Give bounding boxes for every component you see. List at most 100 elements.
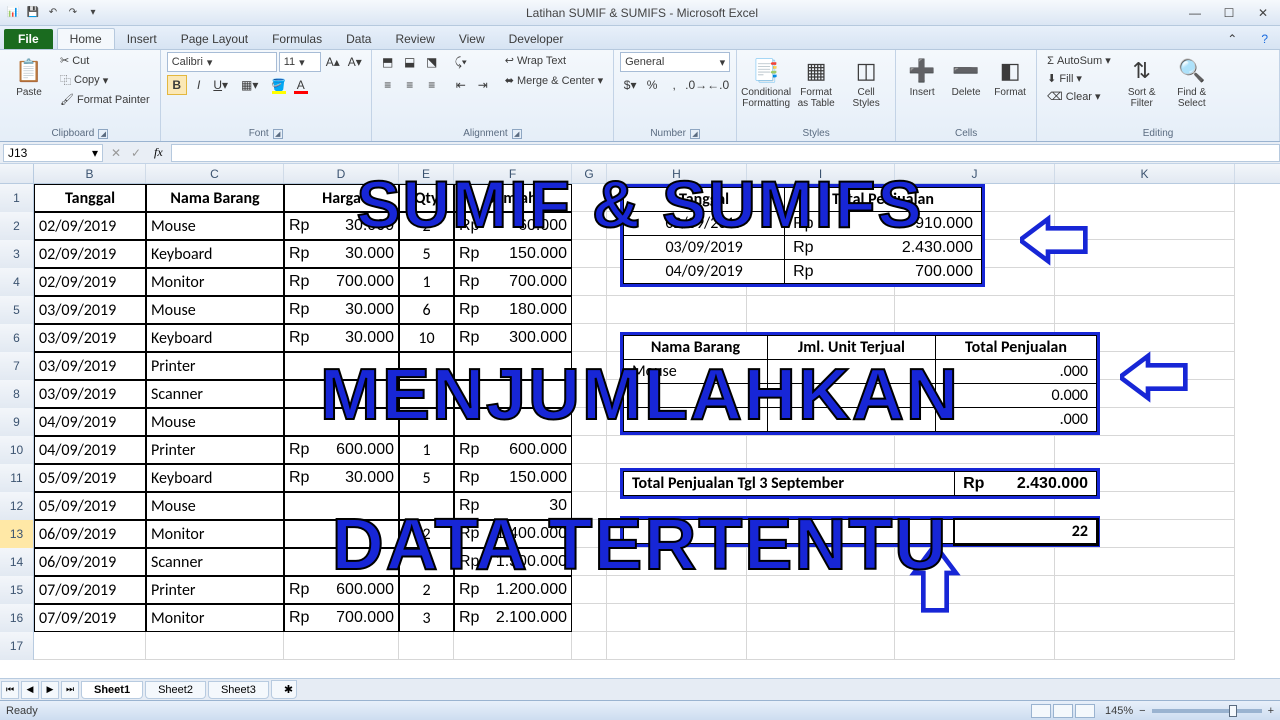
- format-button[interactable]: ◧Format: [990, 52, 1030, 101]
- sheet-next-icon[interactable]: ▶: [41, 681, 59, 699]
- worksheet-grid[interactable]: B C D E F G H I J K 1TanggalNama BarangH…: [0, 164, 1280, 694]
- cell[interactable]: Rp600.000: [284, 436, 399, 464]
- cell[interactable]: Rp600.000: [454, 436, 572, 464]
- tab-home[interactable]: Home: [57, 28, 115, 49]
- cell[interactable]: [34, 632, 146, 660]
- cell[interactable]: Mouse: [146, 408, 284, 436]
- tab-data[interactable]: Data: [334, 29, 383, 49]
- cell[interactable]: Rp30.000: [284, 240, 399, 268]
- cell[interactable]: [747, 548, 895, 576]
- cell[interactable]: [895, 296, 1055, 324]
- cell[interactable]: [1055, 604, 1235, 632]
- dialog-launcher-icon[interactable]: ◢: [512, 129, 522, 139]
- row-header[interactable]: 7: [0, 352, 34, 380]
- cell[interactable]: Rp30.000: [284, 324, 399, 352]
- cell[interactable]: [747, 576, 895, 604]
- enter-icon[interactable]: ✓: [126, 143, 146, 163]
- format-painter-button[interactable]: 🖌Format Painter: [56, 91, 154, 108]
- cell[interactable]: [1055, 268, 1235, 296]
- align-left-icon[interactable]: ≡: [378, 75, 398, 95]
- cell[interactable]: [572, 212, 607, 240]
- cell[interactable]: Rp300.000: [454, 324, 572, 352]
- normal-view-icon[interactable]: [1031, 704, 1051, 718]
- cell[interactable]: Rp30.000: [284, 296, 399, 324]
- cell[interactable]: Rp180.000: [454, 296, 572, 324]
- cell[interactable]: 04/09/2019: [34, 436, 146, 464]
- cell[interactable]: 03/09/2019: [34, 324, 146, 352]
- cell[interactable]: [572, 548, 607, 576]
- tab-insert[interactable]: Insert: [115, 29, 169, 49]
- fx-icon[interactable]: fx: [146, 145, 171, 160]
- italic-button[interactable]: I: [189, 75, 209, 95]
- cell[interactable]: Jumlah: [454, 184, 572, 212]
- cell[interactable]: [747, 604, 895, 632]
- cell[interactable]: 04/09/2019: [34, 408, 146, 436]
- clear-button[interactable]: ⌫Clear▾: [1043, 88, 1115, 105]
- cell[interactable]: Rp30.000: [284, 212, 399, 240]
- tab-view[interactable]: View: [447, 29, 497, 49]
- col-K[interactable]: K: [1055, 164, 1235, 183]
- row-header[interactable]: 14: [0, 548, 34, 576]
- conditional-formatting-button[interactable]: 📑Conditional Formatting: [743, 52, 789, 112]
- cell[interactable]: Monitor: [146, 268, 284, 296]
- increase-indent-icon[interactable]: ⇥: [473, 75, 493, 95]
- cell[interactable]: 5: [399, 240, 454, 268]
- cell[interactable]: 03/09/2019: [34, 380, 146, 408]
- row-header[interactable]: 3: [0, 240, 34, 268]
- cell[interactable]: [1055, 436, 1235, 464]
- border-button[interactable]: ▦▾: [240, 75, 260, 95]
- shrink-font-icon[interactable]: A▾: [345, 52, 365, 72]
- cell[interactable]: [607, 604, 747, 632]
- cut-button[interactable]: ✂Cut: [56, 52, 154, 69]
- align-bottom-icon[interactable]: ⬔: [422, 52, 442, 72]
- cell[interactable]: [454, 352, 572, 380]
- row-header[interactable]: 12: [0, 492, 34, 520]
- col-E[interactable]: E: [399, 164, 454, 183]
- cell[interactable]: Scanner: [146, 548, 284, 576]
- row-header[interactable]: 6: [0, 324, 34, 352]
- row-header[interactable]: 13: [0, 520, 34, 548]
- cell[interactable]: [284, 632, 399, 660]
- cell[interactable]: [572, 240, 607, 268]
- cell[interactable]: Keyboard: [146, 464, 284, 492]
- orientation-icon[interactable]: ⤹▾: [451, 52, 471, 72]
- fill-color-button[interactable]: 🪣: [269, 75, 289, 95]
- minimize-button[interactable]: —: [1178, 3, 1212, 23]
- cell[interactable]: [284, 352, 399, 380]
- active-cell[interactable]: 22: [955, 520, 1097, 544]
- cell[interactable]: 6: [399, 296, 454, 324]
- cell[interactable]: 1: [399, 268, 454, 296]
- sheet-tab[interactable]: Sheet1: [81, 681, 143, 699]
- row-header[interactable]: 10: [0, 436, 34, 464]
- col-B[interactable]: B: [34, 164, 146, 183]
- cell[interactable]: [607, 632, 747, 660]
- percent-icon[interactable]: %: [642, 75, 662, 95]
- col-J[interactable]: J: [895, 164, 1055, 183]
- cancel-icon[interactable]: ✕: [106, 143, 126, 163]
- comma-icon[interactable]: ,: [664, 75, 684, 95]
- cell[interactable]: Rp60.000: [454, 212, 572, 240]
- number-format-combo[interactable]: General▾: [620, 52, 730, 72]
- cell-styles-button[interactable]: ◫Cell Styles: [843, 52, 889, 112]
- cell[interactable]: Rp700.000: [454, 268, 572, 296]
- cell[interactable]: 2: [399, 576, 454, 604]
- save-icon[interactable]: 💾: [24, 4, 42, 22]
- row-header[interactable]: 11: [0, 464, 34, 492]
- sheet-prev-icon[interactable]: ◀: [21, 681, 39, 699]
- cell[interactable]: Printer: [146, 576, 284, 604]
- dialog-launcher-icon[interactable]: ◢: [690, 129, 700, 139]
- align-right-icon[interactable]: ≡: [422, 75, 442, 95]
- cell[interactable]: [1055, 184, 1235, 212]
- help-icon[interactable]: ?: [1249, 29, 1280, 49]
- cell[interactable]: [895, 632, 1055, 660]
- cell[interactable]: Mouse: [146, 212, 284, 240]
- cell[interactable]: [572, 492, 607, 520]
- cell[interactable]: [284, 492, 399, 520]
- cell[interactable]: 02/09/2019: [34, 268, 146, 296]
- col-C[interactable]: C: [146, 164, 284, 183]
- accounting-icon[interactable]: $▾: [620, 75, 640, 95]
- cell[interactable]: Rp1.400.000: [454, 520, 572, 548]
- cell[interactable]: 02/09/2019: [34, 212, 146, 240]
- sheet-first-icon[interactable]: ⏮: [1, 681, 19, 699]
- cell[interactable]: [572, 184, 607, 212]
